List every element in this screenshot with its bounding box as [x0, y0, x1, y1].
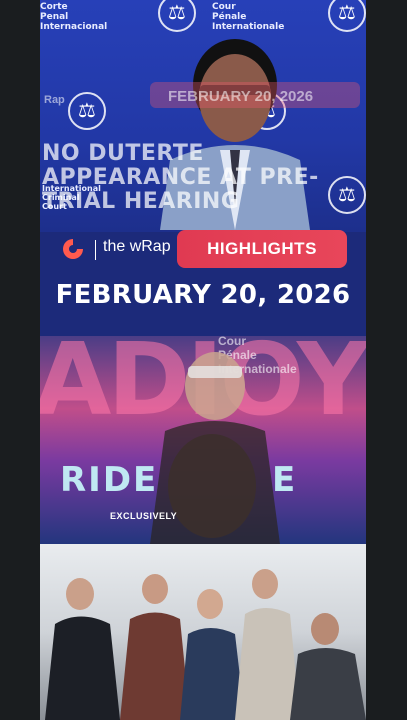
right-letterbox: [366, 0, 407, 720]
ghost-rap-text: Rap: [44, 94, 65, 106]
icc-emblem-icon: [68, 92, 106, 130]
poster-ride-text-end: E: [272, 460, 296, 500]
icc-label-left: Corte Penal Internacional: [40, 2, 108, 32]
middle-poster-frame: ADIOY Cour Pénale Internationale RIDE E …: [40, 336, 366, 544]
ghost-date: FEBRUARY 20, 2026: [168, 88, 314, 105]
icc-emblem-icon: [328, 0, 366, 32]
group-photo: [40, 544, 366, 720]
video-stage[interactable]: Corte Penal Internacional Cour Pénale In…: [40, 0, 366, 720]
top-video-frame: Corte Penal Internacional Cour Pénale In…: [40, 0, 366, 232]
icc-label-center: Cour Pénale Internationale: [212, 2, 285, 32]
icc-emblem-icon: [158, 0, 196, 32]
left-letterbox: [0, 0, 40, 720]
brand-divider: [95, 240, 96, 260]
episode-date: FEBRUARY 20, 2026: [55, 280, 351, 310]
highlights-badge: HIGHLIGHTS: [177, 230, 347, 268]
show-name: the wRap: [103, 238, 171, 255]
rappler-logo-icon: [63, 239, 83, 259]
poster-ride-text: RIDE: [60, 460, 159, 500]
group-figures: [45, 569, 366, 720]
exclusively-label: EXCLUSIVELY: [110, 511, 178, 521]
video-headline: NO DUTERTE APPEARANCE AT PRE-TRIAL HEARI…: [42, 141, 319, 214]
brand-row: the wRap HIGHLIGHTS: [40, 228, 366, 274]
